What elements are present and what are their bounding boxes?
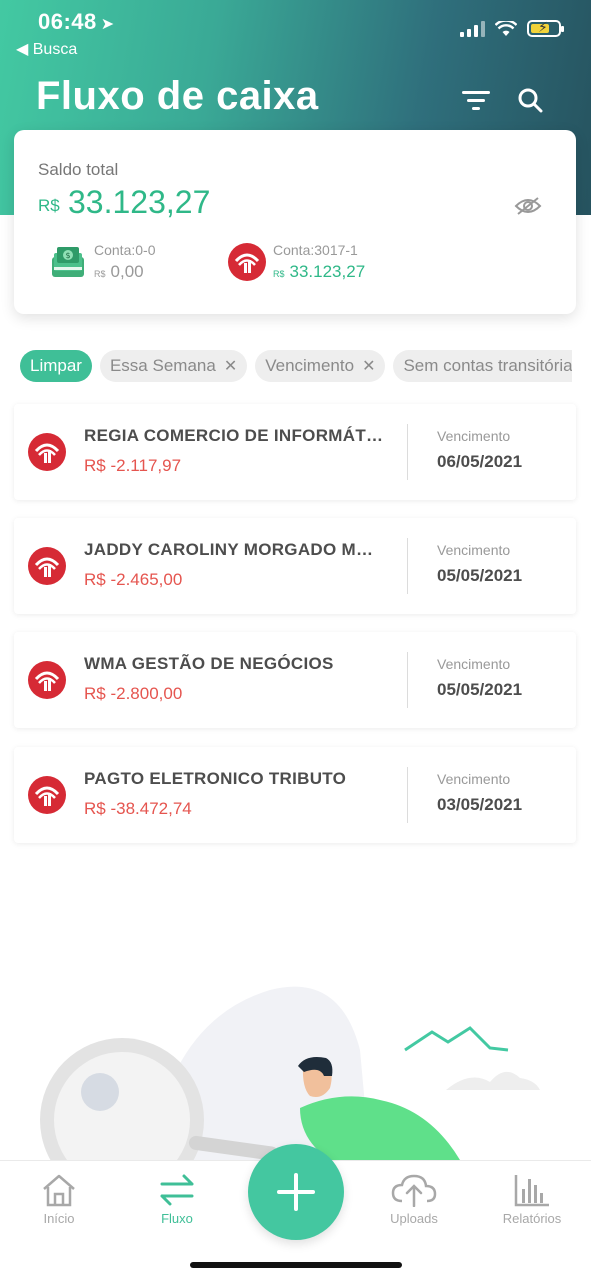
home-indicator (190, 1262, 402, 1268)
balance-value: 33.123,27 (68, 184, 211, 220)
add-transaction-button[interactable] (248, 1144, 344, 1240)
filter-button[interactable] (460, 84, 492, 116)
balance-card: Saldo total R$ 33.123,27 $ Conta:0-0 R$ 0… (14, 130, 576, 314)
transaction-name: REGIA COMERCIO DE INFORMÁTICA (84, 426, 384, 445)
chip-label: Vencimento (265, 356, 355, 375)
transfer-arrows-icon (160, 1174, 194, 1206)
svg-text:$: $ (65, 251, 70, 260)
transaction-name: PAGTO ELETRONICO TRIBUTO (84, 769, 347, 788)
search-button[interactable] (514, 84, 546, 116)
search-icon (518, 88, 543, 113)
divider (407, 652, 408, 708)
transaction-amount: R$ -38.472,74 (84, 799, 192, 818)
due-label: Vencimento (437, 428, 511, 444)
home-icon (43, 1174, 75, 1207)
tab-inicio[interactable]: Início (14, 1173, 104, 1226)
page-title: Fluxo de caixa (36, 74, 319, 118)
due-date: 03/05/2021 (437, 795, 523, 814)
clock-text: 06:48 (38, 9, 97, 34)
tab-relatorios[interactable]: Relatórios (487, 1173, 577, 1226)
divider (407, 424, 408, 480)
battery-charging-icon: ⚡ (527, 19, 564, 37)
account-item[interactable]: $ Conta:0-0 R$ 0,00 (50, 242, 155, 282)
empty-state-illustration (40, 986, 540, 1160)
bank-logo-icon (28, 547, 66, 585)
filter-chip[interactable]: Vencimento ✕ (255, 350, 386, 382)
account-currency: R$ (273, 269, 285, 279)
chip-label: Sem contas transitórias (403, 356, 572, 375)
close-icon[interactable]: ✕ (224, 356, 237, 376)
tab-label: Relatórios (502, 1211, 562, 1226)
filter-chip[interactable]: Sem contas transitórias✕ (393, 350, 572, 382)
bank-logo-icon (228, 243, 266, 281)
transaction-amount: R$ -2.465,00 (84, 570, 183, 589)
balance-currency: R$ (38, 196, 60, 215)
wifi-icon (495, 20, 517, 36)
cellular-signal-icon (460, 20, 485, 37)
transaction-amount: R$ -2.800,00 (84, 684, 183, 703)
transaction-card[interactable]: REGIA COMERCIO DE INFORMÁTICA R$ -2.117,… (14, 404, 576, 500)
account-item[interactable]: Conta:3017-1 R$ 33.123,27 (228, 242, 365, 282)
account-value: 0,00 (110, 262, 144, 281)
tab-label: Início (43, 1211, 75, 1226)
cloud-upload-icon (391, 1174, 437, 1207)
filter-chip[interactable]: Essa Semana ✕ (99, 350, 248, 382)
bank-logo-icon (28, 776, 66, 814)
chip-label: Limpar (30, 356, 82, 375)
filter-chips: Limpar Essa Semana ✕ Vencimento ✕ Sem cont… (20, 350, 572, 384)
transaction-name: WMA GESTÃO DE NEGÓCIOS (84, 654, 334, 673)
account-value: 33.123,27 (289, 262, 366, 281)
balance-label: Saldo total (38, 160, 119, 179)
account-currency: R$ (94, 269, 106, 279)
location-arrow-icon: ➤ (100, 16, 115, 33)
tab-uploads[interactable]: Uploads (369, 1173, 459, 1226)
status-bar-time: 06:48 ➤ (38, 9, 115, 35)
due-date: 06/05/2021 (437, 452, 523, 471)
bar-chart-icon (514, 1175, 549, 1207)
clear-filters-chip[interactable]: Limpar (20, 350, 92, 382)
close-icon[interactable]: ✕ (362, 356, 375, 376)
due-label: Vencimento (437, 656, 511, 672)
due-date: 05/05/2021 (437, 566, 523, 585)
tab-label: Fluxo (161, 1211, 193, 1226)
transaction-card[interactable]: PAGTO ELETRONICO TRIBUTO R$ -38.472,74 V… (14, 747, 576, 843)
divider (407, 538, 408, 594)
transaction-name: JADDY CAROLINY MORGADO MARTINS (84, 540, 384, 559)
tab-label: Uploads (390, 1211, 438, 1226)
transaction-card[interactable]: WMA GESTÃO DE NEGÓCIOS R$ -2.800,00 Venc… (14, 632, 576, 728)
transaction-amount: R$ -2.117,97 (84, 456, 182, 475)
tab-fluxo[interactable]: Fluxo (132, 1173, 222, 1226)
due-date: 05/05/2021 (437, 680, 523, 699)
divider (407, 767, 408, 823)
account-name: Conta:0-0 (94, 242, 156, 258)
back-to-search-link[interactable]: ◀ Busca (16, 39, 77, 59)
plus-icon (277, 1173, 315, 1211)
filter-icon (462, 91, 490, 110)
transaction-card[interactable]: JADDY CAROLINY MORGADO MARTINS R$ -2.465… (14, 518, 576, 614)
account-name: Conta:3017-1 (273, 242, 358, 258)
cash-icon: $ (52, 247, 84, 277)
chip-label: Essa Semana (109, 356, 216, 375)
bank-logo-icon (28, 661, 66, 699)
eye-off-icon (514, 197, 542, 215)
hide-balance-button[interactable] (514, 196, 542, 221)
due-label: Vencimento (437, 771, 511, 787)
status-icons: ⚡ (460, 19, 564, 37)
due-label: Vencimento (437, 542, 511, 558)
bank-logo-icon (28, 433, 66, 471)
